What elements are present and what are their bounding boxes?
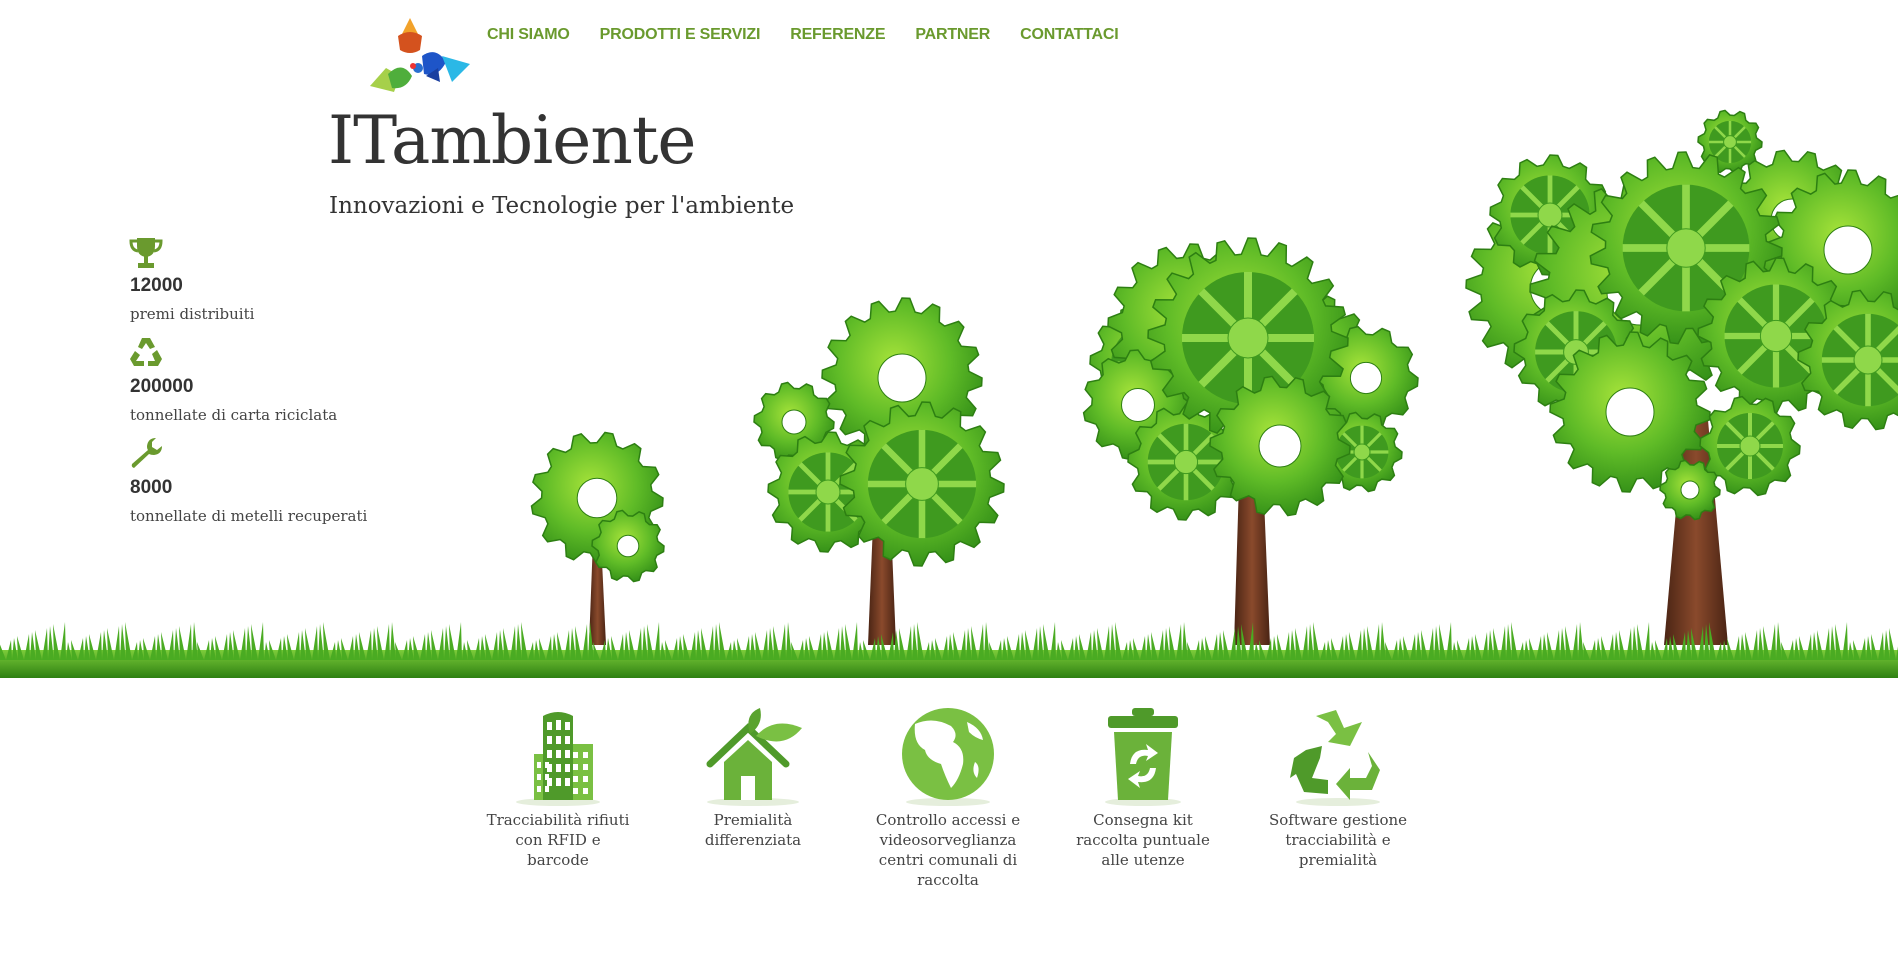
- service-label: Premialità differenziata: [704, 811, 802, 849]
- main-nav: CHI SIAMO PRODOTTI E SERVIZI REFERENZE P…: [487, 26, 1149, 44]
- nav-contattaci[interactable]: CONTATTACI: [1020, 26, 1119, 44]
- stat-prizes-value: 12000: [130, 275, 183, 296]
- nav-partner[interactable]: PARTNER: [915, 26, 990, 44]
- eco-house-icon: [706, 708, 802, 806]
- service-differentiated-rewards[interactable]: Premialità differenziata: [678, 706, 828, 850]
- stat-paper-value: 200000: [130, 376, 194, 397]
- service-label: Consegna kit raccolta puntuale alle uten…: [1076, 811, 1210, 869]
- recycling-arrows-icon: [1290, 710, 1380, 806]
- stat-prizes-label: premi distribuiti: [130, 305, 255, 323]
- nav-chi-siamo[interactable]: CHI SIAMO: [487, 26, 570, 44]
- trophy-icon: [129, 238, 163, 268]
- stat-metals-value: 8000: [130, 477, 173, 498]
- service-software[interactable]: Software gestione tracciabilità e premia…: [1263, 706, 1413, 870]
- stat-paper-label: tonnellate di carta riciclata: [130, 406, 338, 424]
- service-access-control[interactable]: Controllo accessi e videosorveglianza ce…: [873, 706, 1023, 890]
- gear-shape: [591, 509, 665, 583]
- wrench-icon: [131, 438, 162, 468]
- site-tagline: Innovazioni e Tecnologie per l'ambiente: [329, 193, 795, 219]
- stat-metals-label: tonnellate di metelli recuperati: [130, 507, 368, 525]
- service-label: Software gestione tracciabilità e premia…: [1268, 811, 1408, 869]
- site-title: ITambiente: [328, 102, 696, 179]
- buildings-icon: [516, 712, 600, 806]
- nav-prodotti-e-servizi[interactable]: PRODOTTI E SERVIZI: [600, 26, 761, 44]
- gear-trees-illustration: [0, 109, 1898, 678]
- gear-shape: [839, 401, 1005, 567]
- service-kit-delivery[interactable]: Consegna kit raccolta puntuale alle uten…: [1068, 706, 1218, 870]
- service-label: Controllo accessi e videosorveglianza ce…: [875, 811, 1021, 889]
- globe-icon: [902, 708, 994, 806]
- recycle-bin-icon: [1105, 708, 1181, 806]
- service-label: Tracciabilità rifiuti con RFID e barcode: [486, 811, 630, 869]
- grass-blades: [0, 622, 1898, 660]
- nav-referenze[interactable]: REFERENZE: [790, 26, 885, 44]
- recycle-icon: [130, 338, 162, 366]
- service-rfid-tracking[interactable]: Tracciabilità rifiuti con RFID e barcode: [483, 706, 633, 870]
